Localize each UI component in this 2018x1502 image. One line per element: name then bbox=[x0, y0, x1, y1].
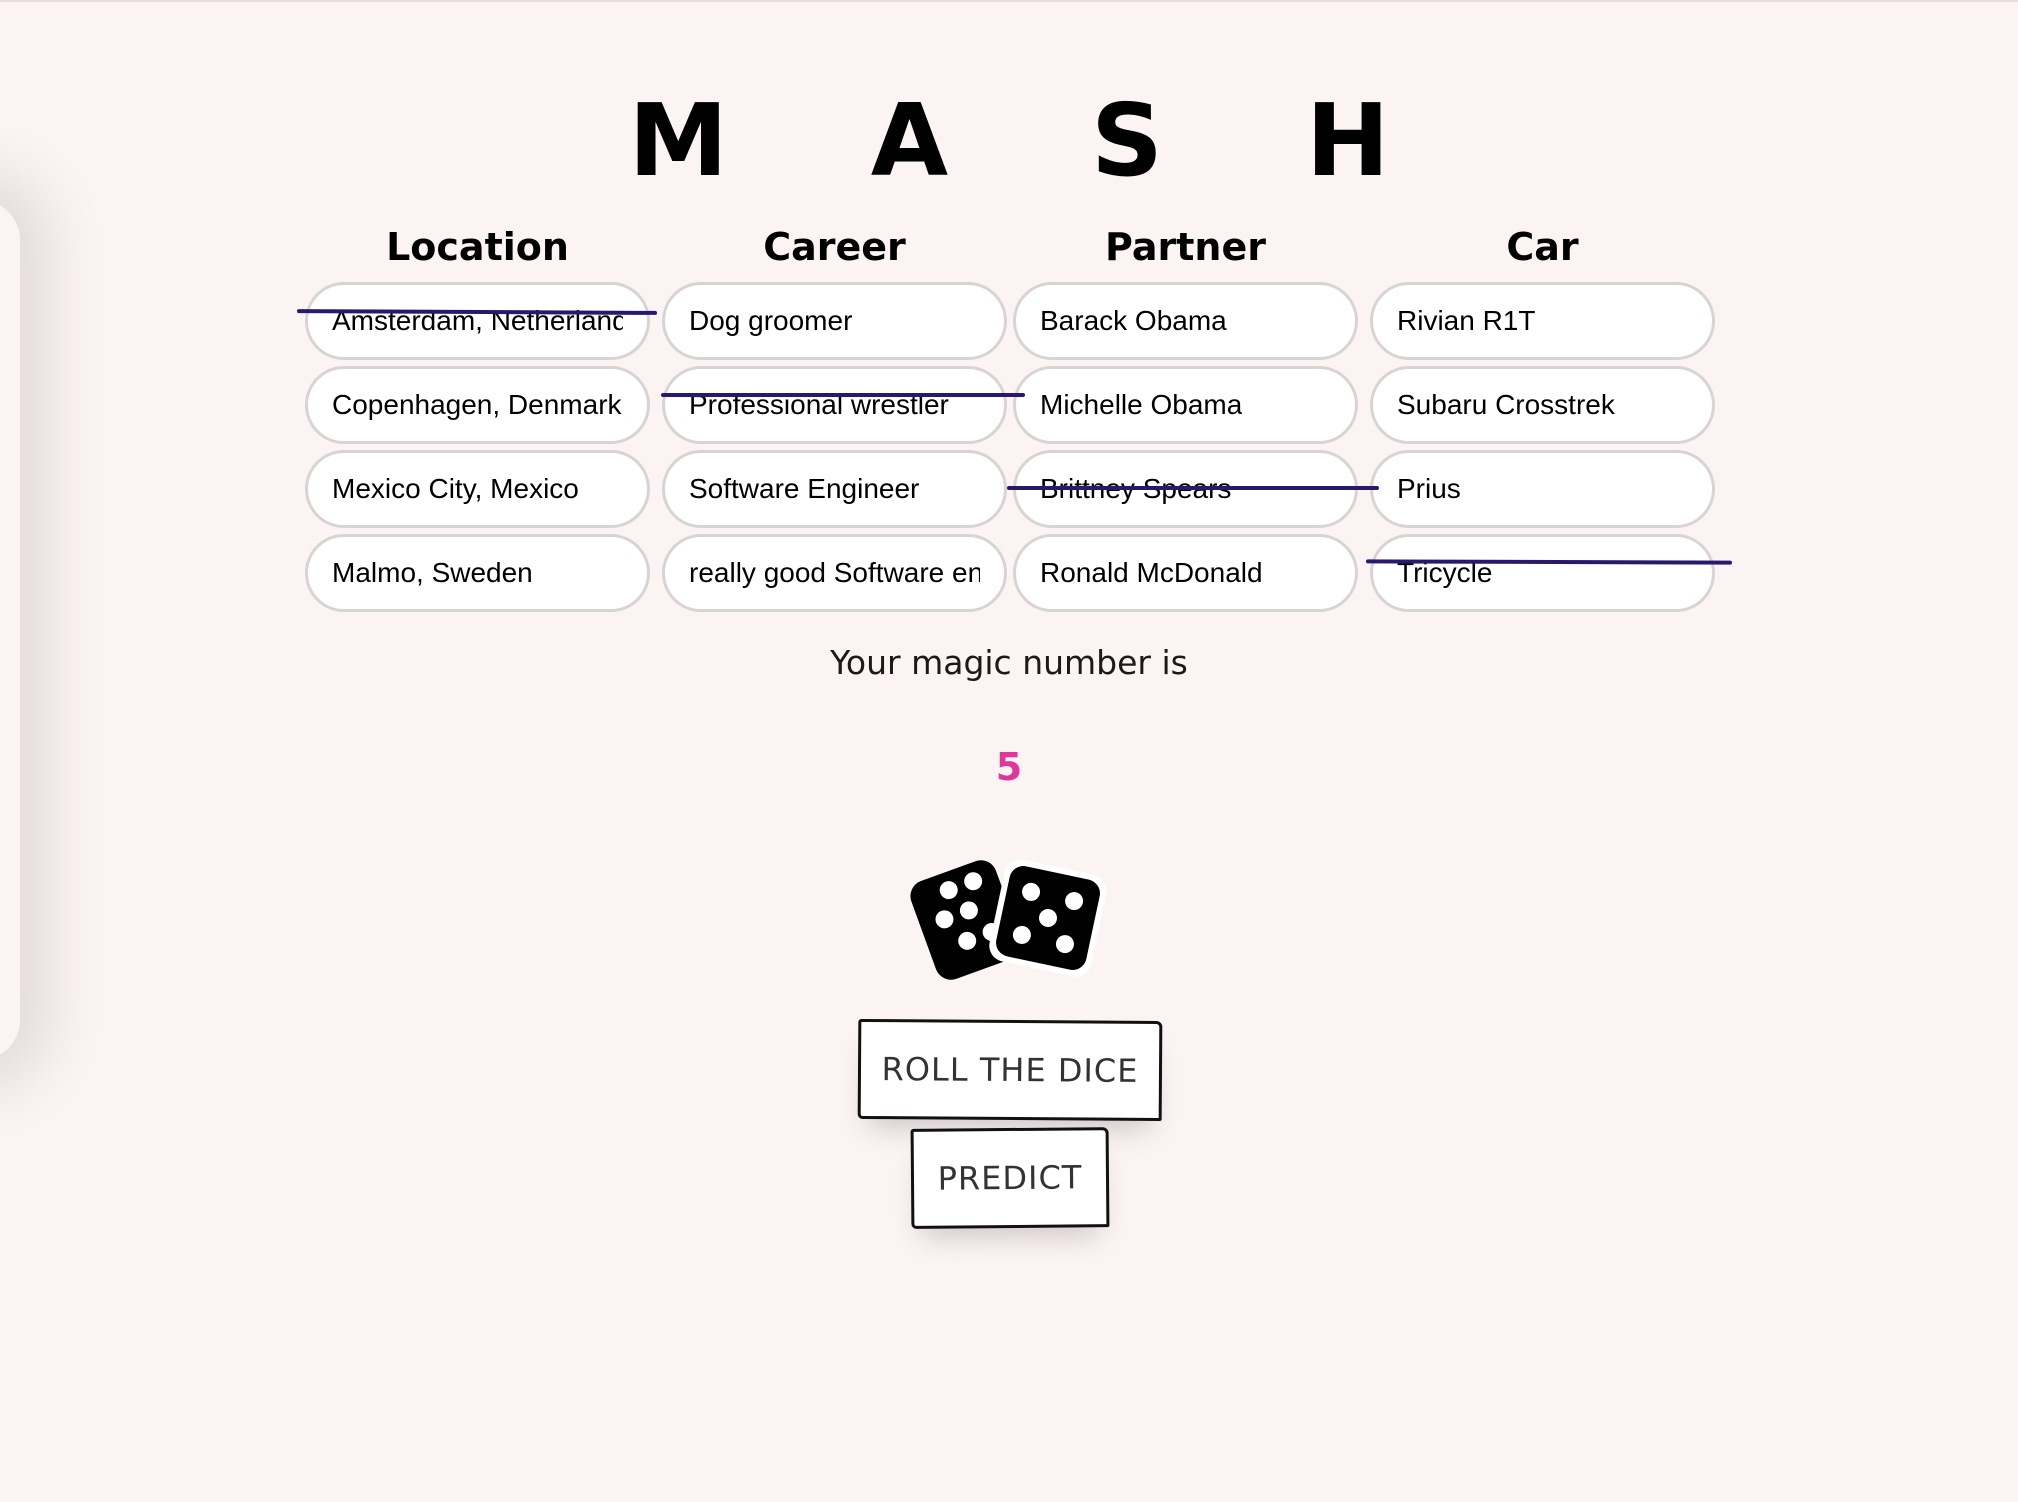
strike-line-partner bbox=[1007, 486, 1379, 490]
column-career: Career Dog groomer Professional wrestler… bbox=[662, 222, 1007, 618]
option-career-2[interactable]: Professional wrestler bbox=[662, 366, 1007, 444]
option-career-1[interactable]: Dog groomer bbox=[662, 282, 1007, 360]
column-header-career: Career bbox=[763, 225, 906, 269]
magic-number-value: 5 bbox=[995, 745, 1023, 789]
option-car-1[interactable]: Rivian R1T bbox=[1370, 282, 1715, 360]
roll-dice-button[interactable]: ROLL THE DICE bbox=[857, 1018, 1163, 1122]
option-partner-4[interactable]: Ronald McDonald bbox=[1013, 534, 1358, 612]
column-partner: Partner Barack Obama Michelle Obama Brit… bbox=[1013, 222, 1358, 618]
option-car-2[interactable]: Subaru Crosstrek bbox=[1370, 366, 1715, 444]
option-location-1[interactable]: Amsterdam, Netherlands bbox=[305, 282, 650, 360]
top-border bbox=[0, 0, 2018, 2]
option-location-3[interactable]: Mexico City, Mexico bbox=[305, 450, 650, 528]
option-location-2[interactable]: Copenhagen, Denmark bbox=[305, 366, 650, 444]
option-career-3[interactable]: Software Engineer bbox=[662, 450, 1007, 528]
column-header-car: Car bbox=[1506, 225, 1579, 269]
option-car-3[interactable]: Prius bbox=[1370, 450, 1715, 528]
side-panel-shadow bbox=[0, 200, 20, 1060]
strike-line-career bbox=[661, 393, 1025, 397]
magic-number-label: Your magic number is bbox=[830, 643, 1188, 682]
option-partner-2[interactable]: Michelle Obama bbox=[1013, 366, 1358, 444]
option-partner-1[interactable]: Barack Obama bbox=[1013, 282, 1358, 360]
option-car-4[interactable]: Tricycle bbox=[1370, 534, 1715, 612]
mash-columns: Location Amsterdam, Netherlands Copenhag… bbox=[296, 222, 1733, 622]
option-career-4[interactable]: really good Software engineer bbox=[662, 534, 1007, 612]
predict-button[interactable]: PREDICT bbox=[910, 1127, 1110, 1229]
page-title: M A S H bbox=[628, 82, 1444, 199]
dice-icon bbox=[910, 859, 1107, 980]
column-header-location: Location bbox=[386, 225, 569, 269]
column-header-partner: Partner bbox=[1105, 225, 1266, 269]
option-location-4[interactable]: Malmo, Sweden bbox=[305, 534, 650, 612]
column-location: Location Amsterdam, Netherlands Copenhag… bbox=[305, 222, 650, 618]
